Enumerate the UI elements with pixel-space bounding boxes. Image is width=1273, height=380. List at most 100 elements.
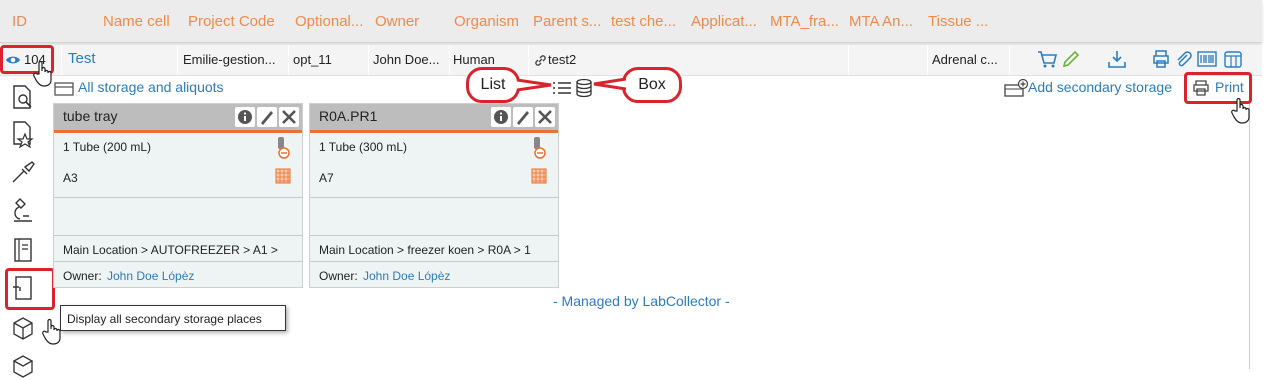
edit-pencil-icon[interactable] <box>1060 48 1082 70</box>
record-name-link[interactable]: Test <box>68 50 96 67</box>
microscope-icon[interactable] <box>10 196 36 224</box>
cell-optional: opt_11 <box>293 52 332 67</box>
divider <box>310 261 558 262</box>
location-path: Main Location > freezer koen > R0A > 1 <box>319 243 531 257</box>
add-storage-icon[interactable] <box>1003 78 1029 98</box>
close-icon <box>538 110 552 124</box>
column-separator <box>1009 45 1010 75</box>
card-header: R0A.PR1 <box>310 104 558 133</box>
column-header-mta-an[interactable]: MTA An... <box>849 13 913 30</box>
tube-icon[interactable] <box>274 136 290 160</box>
storage-card: tube tray 1 Tube (200 mL) A3 Main Locati… <box>53 103 303 288</box>
print-icon[interactable] <box>1191 79 1211 97</box>
card-header: tube tray <box>54 104 302 133</box>
position: A3 <box>63 171 78 185</box>
column-header-tissue[interactable]: Tissue ... <box>928 13 988 30</box>
delete-button[interactable] <box>535 107 555 127</box>
link-icon <box>535 55 546 66</box>
package-icon[interactable] <box>10 352 36 380</box>
column-separator <box>848 45 849 75</box>
barcode-icon[interactable] <box>1196 48 1218 70</box>
storage-card: R0A.PR1 1 Tube (300 mL) A7 Main Location… <box>309 103 559 288</box>
divider <box>54 197 302 198</box>
tube-icon[interactable] <box>530 136 546 160</box>
column-header-organism[interactable]: Organism <box>454 13 519 30</box>
list-view-icon[interactable] <box>552 80 572 96</box>
column-separator <box>528 45 529 75</box>
info-button[interactable] <box>235 107 255 127</box>
column-separator <box>288 45 289 75</box>
table-header: ID Name cell Project Code Optional... Ow… <box>0 0 1262 43</box>
info-icon <box>238 110 252 124</box>
document-search-icon[interactable] <box>10 84 36 112</box>
tooltip: Display all secondary storage places <box>60 305 286 331</box>
callout-list-text: List <box>480 76 506 93</box>
callout-box-text: Box <box>638 76 666 93</box>
column-header-test-che[interactable]: test che... <box>611 13 676 30</box>
edit-button[interactable] <box>257 107 277 127</box>
column-header-mta-fra[interactable]: MTA_fra... <box>770 13 839 30</box>
print-link[interactable]: Print <box>1215 79 1244 95</box>
add-secondary-storage-link[interactable]: Add secondary storage <box>1028 79 1172 95</box>
download-icon[interactable] <box>1106 48 1128 70</box>
notebook-icon[interactable] <box>10 236 36 264</box>
pencil-icon <box>517 111 529 125</box>
card-title: R0A.PR1 <box>319 108 378 124</box>
close-icon <box>282 110 296 124</box>
info-button[interactable] <box>491 107 511 127</box>
card-title: tube tray <box>63 108 118 124</box>
cell-organism: Human <box>453 52 495 67</box>
callout-list: List <box>466 67 520 103</box>
storage-box-icon[interactable] <box>1222 48 1244 70</box>
storage-list-icon[interactable] <box>52 79 76 97</box>
cell-owner: John Doe... <box>373 52 440 67</box>
highlight-storage-button <box>5 268 55 310</box>
grid-position-icon[interactable] <box>531 168 547 184</box>
divider <box>310 197 558 198</box>
cart-icon[interactable] <box>1036 48 1058 70</box>
location-path: Main Location > AUTOFREEZER > A1 > <box>63 243 278 257</box>
cell-parent[interactable]: test2 <box>548 52 576 67</box>
owner-label: Owner: <box>319 269 358 283</box>
tube-count: 1 Tube (200 mL) <box>63 140 152 154</box>
document-star-icon[interactable] <box>10 120 36 148</box>
callout-list-pointer <box>517 78 552 92</box>
edit-button[interactable] <box>513 107 533 127</box>
column-separator <box>368 45 369 75</box>
column-header-owner[interactable]: Owner <box>375 13 419 30</box>
delete-button[interactable] <box>279 107 299 127</box>
column-header-name-cell[interactable]: Name cell <box>103 13 170 30</box>
pencil-icon <box>261 111 273 125</box>
paperclip-icon[interactable] <box>1172 48 1194 70</box>
divider <box>310 235 558 236</box>
printer-icon[interactable] <box>1150 48 1172 70</box>
left-toolbar <box>0 78 46 378</box>
callout-box: Box <box>622 67 682 103</box>
callout-box-pointer <box>593 77 626 91</box>
info-icon <box>494 110 508 124</box>
column-separator <box>177 45 178 75</box>
column-header-applicat[interactable]: Applicat... <box>691 13 757 30</box>
column-header-parent[interactable]: Parent s... <box>533 13 601 30</box>
all-storage-link[interactable]: All storage and aliquots <box>78 79 224 95</box>
column-separator <box>927 45 928 75</box>
box-view-icon[interactable] <box>574 78 594 98</box>
column-header-optional[interactable]: Optional... <box>295 13 363 30</box>
pipette-icon[interactable] <box>10 158 36 186</box>
hand-cursor-icon <box>1231 97 1250 124</box>
divider <box>54 261 302 262</box>
column-separator <box>449 45 450 75</box>
owner-link[interactable]: John Doe Lópèz <box>363 269 450 283</box>
grid-position-icon[interactable] <box>275 168 291 184</box>
money-box-icon[interactable] <box>10 314 36 342</box>
cell-project-code: Emilie-gestion... <box>183 52 276 67</box>
position: A7 <box>319 171 334 185</box>
cell-tissue: Adrenal c... <box>932 52 998 67</box>
divider <box>54 235 302 236</box>
owner-label: Owner: <box>63 269 102 283</box>
footer-credit[interactable]: - Managed by LabCollector - <box>553 293 730 309</box>
column-header-id[interactable]: ID <box>12 13 27 30</box>
column-header-project-code[interactable]: Project Code <box>188 13 275 30</box>
owner-link[interactable]: John Doe Lópèz <box>107 269 194 283</box>
tube-count: 1 Tube (300 mL) <box>319 140 408 154</box>
